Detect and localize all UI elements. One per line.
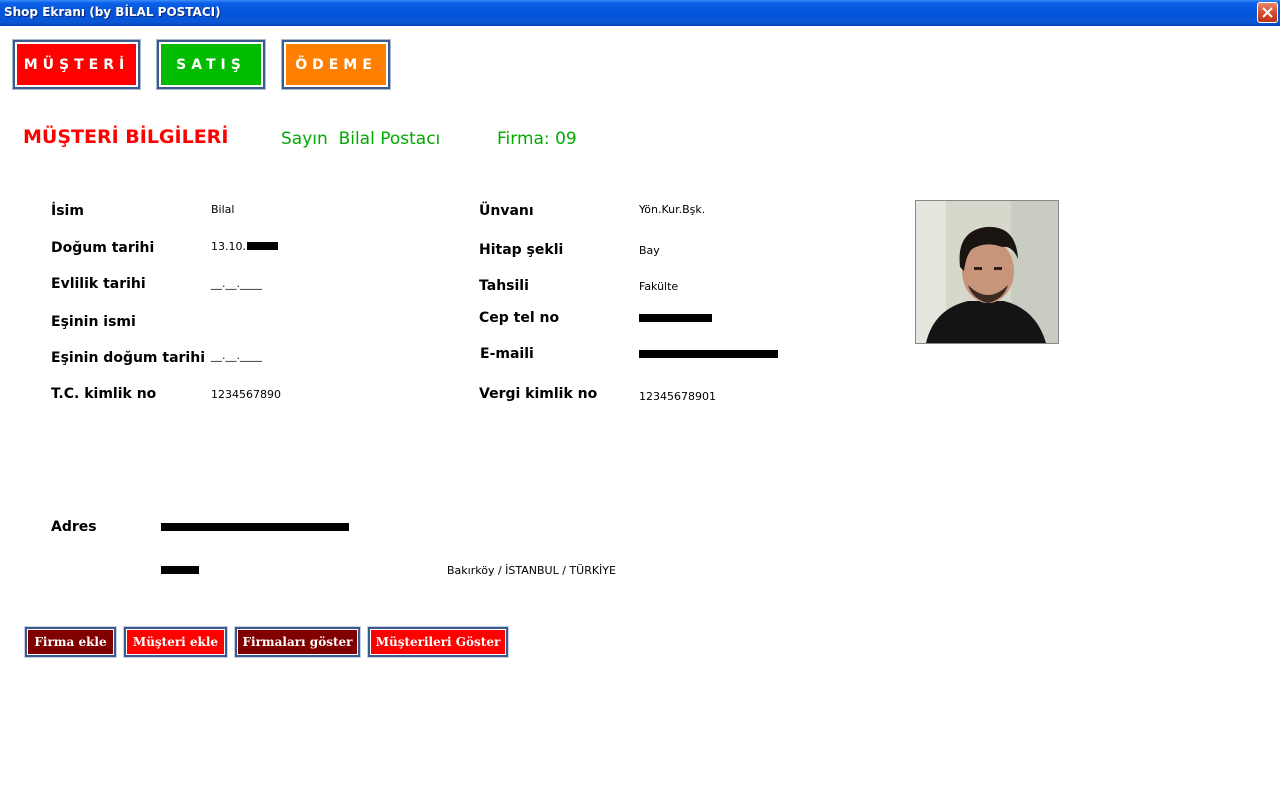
evlilik-tarihi-value: __.__.____ [211, 277, 262, 290]
redaction [639, 314, 712, 322]
unvani-value: Yön.Kur.Bşk. [639, 203, 706, 216]
isim-label: İsim [51, 203, 84, 219]
cep-tel-label: Cep tel no [479, 310, 560, 326]
musterileri-goster-button[interactable]: Müşterileri Göster [367, 626, 509, 658]
isim-value: Bilal [211, 203, 235, 216]
window-title: Shop Ekranı (by BİLAL POSTACI) [4, 5, 221, 19]
satis-button[interactable]: SATIŞ [156, 39, 266, 90]
dogum-tarihi-value: 13.10. [211, 240, 246, 253]
title-bar: Shop Ekranı (by BİLAL POSTACI) [0, 0, 1280, 26]
hitap-sekli-label: Hitap şekli [479, 242, 564, 258]
odeme-button[interactable]: ÖDEME [281, 39, 391, 90]
close-icon [1262, 7, 1273, 18]
adres-label: Adres [51, 519, 97, 535]
musterileri-goster-label: Müşterileri Göster [375, 635, 501, 649]
firma-ekle-label: Firma ekle [34, 635, 107, 649]
firma-ekle-button[interactable]: Firma ekle [24, 626, 117, 658]
musteri-ekle-button[interactable]: Müşteri ekle [123, 626, 228, 658]
firmalari-goster-label: Firmaları göster [242, 635, 353, 649]
greeting: Sayın Bilal Postacı [281, 129, 441, 149]
musteri-button-label: MÜŞTERİ [23, 56, 130, 73]
hitap-sekli-value: Bay [639, 244, 660, 257]
address-city-line: Bakırköy / İSTANBUL / TÜRKİYE [447, 564, 616, 577]
redaction [161, 523, 349, 531]
tahsili-label: Tahsili [479, 278, 529, 294]
vergi-kimlik-value: 12345678901 [639, 390, 716, 403]
musteri-ekle-label: Müşteri ekle [132, 635, 219, 649]
dogum-tarihi-label: Doğum tarihi [51, 240, 155, 256]
firma-code: Firma: 09 [497, 129, 577, 149]
evlilik-tarihi-label: Evlilik tarihi [51, 276, 146, 292]
firmalari-goster-button[interactable]: Firmaları göster [234, 626, 361, 658]
redaction [247, 242, 278, 250]
tc-kimlik-label: T.C. kimlik no [51, 386, 157, 402]
esinin-ismi-label: Eşinin ismi [51, 314, 136, 330]
redaction [161, 566, 199, 574]
section-title: MÜŞTERİ BİLGİLERİ [23, 126, 229, 148]
vergi-kimlik-label: Vergi kimlik no [479, 386, 598, 402]
tahsili-value: Fakülte [639, 280, 679, 293]
customer-photo [915, 200, 1059, 344]
tc-kimlik-value: 1234567890 [211, 388, 281, 401]
unvani-label: Ünvanı [479, 203, 534, 219]
close-button[interactable] [1257, 2, 1278, 23]
esinin-dogum-tarihi-value: __.__.____ [211, 349, 262, 362]
odeme-button-label: ÖDEME [295, 56, 377, 73]
musteri-button[interactable]: MÜŞTERİ [12, 39, 141, 90]
redaction [639, 350, 778, 358]
e-maili-label: E-maili [480, 346, 534, 362]
esinin-dogum-tarihi-label: Eşinin doğum tarihi [51, 350, 205, 366]
satis-button-label: SATIŞ [176, 56, 246, 73]
